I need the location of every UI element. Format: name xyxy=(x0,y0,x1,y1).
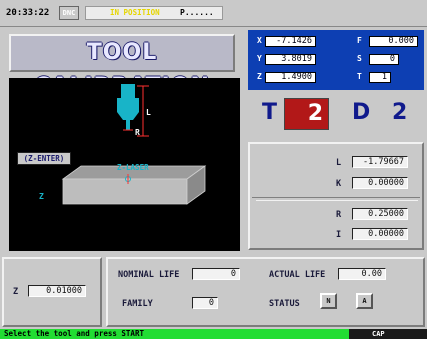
tool-offset-panel: T 2 D 2 xyxy=(248,93,424,136)
z-position-value: 1.4900 xyxy=(265,72,316,83)
in-position-status: IN POSITION xyxy=(110,8,160,17)
y-axis-label: Y xyxy=(257,54,262,63)
status-label: STATUS xyxy=(269,299,300,309)
offset-number: 2 xyxy=(392,100,408,125)
nominal-life-label: NOMINAL LIFE xyxy=(118,270,180,280)
family-label: FAMILY xyxy=(122,299,153,309)
probe-label: Z-LASER xyxy=(117,163,149,172)
nominal-life-field[interactable]: 0 xyxy=(192,268,240,280)
mode-indicator: DNC xyxy=(59,6,79,20)
i-label: I xyxy=(336,230,342,240)
program-name: P...... xyxy=(180,8,214,17)
tool-holder xyxy=(121,84,135,98)
z-offset-field[interactable]: 0.01000 xyxy=(28,285,86,297)
caps-indicator: CAP xyxy=(372,330,385,338)
radius-label: R xyxy=(135,128,140,137)
z-enter-button[interactable]: (Z-ENTER) xyxy=(17,152,71,165)
feed-label: F xyxy=(357,36,362,45)
page-title-panel: TOOL CALIBRATION xyxy=(9,34,235,99)
y-position-value: 3.8019 xyxy=(265,54,316,65)
r-label: R xyxy=(336,210,342,220)
x-axis-label: X xyxy=(257,36,262,45)
k-label: K xyxy=(336,179,342,189)
tool-value: 1 xyxy=(369,72,391,83)
x-position-value: -7.1426 xyxy=(265,36,316,47)
r-value-field[interactable]: 0.25000 xyxy=(352,208,408,220)
block-front-face xyxy=(62,178,188,205)
actual-life-field: 0.00 xyxy=(338,268,386,280)
tool-shank xyxy=(126,120,130,130)
tool-letter: T xyxy=(262,100,278,125)
tool-life-panel: NOMINAL LIFE 0 ACTUAL LIFE 0.00 FAMILY 0… xyxy=(106,257,425,327)
feed-value: 0.000 xyxy=(369,36,418,47)
i-value-field[interactable]: 0.00000 xyxy=(352,228,408,240)
l-value-field[interactable]: -1.79667 xyxy=(352,156,408,168)
z-axis-label: Z xyxy=(39,192,44,201)
family-field[interactable]: 0 xyxy=(192,297,218,309)
z-offset-panel: Z 0.01000 xyxy=(2,257,102,327)
message-bar: Select the tool and press START CAP xyxy=(0,329,427,339)
z-offset-label: Z xyxy=(13,287,19,297)
k-value-field[interactable]: 0.00000 xyxy=(352,177,408,189)
tool-label: T xyxy=(357,72,362,81)
tool-number-input[interactable]: 2 xyxy=(284,98,329,130)
tool-body xyxy=(117,98,139,112)
l-label: L xyxy=(336,158,342,168)
calibration-values-panel: L -1.79667 K 0.00000 R 0.25000 I 0.00000 xyxy=(248,142,424,250)
z-axis-label: Z xyxy=(257,72,262,81)
clock: 20:33:22 xyxy=(6,8,50,18)
tool-tip xyxy=(117,112,139,120)
status-a-button[interactable]: A xyxy=(356,293,373,309)
spindle-value: 0 xyxy=(369,54,399,65)
status-n-button[interactable]: N xyxy=(320,293,337,309)
length-label: L xyxy=(146,108,151,117)
footer-message: Select the tool and press START xyxy=(0,329,349,339)
actual-life-label: ACTUAL LIFE xyxy=(269,270,326,280)
spindle-label: S xyxy=(357,54,362,63)
axis-position-panel: X -7.1426 Y 3.8019 Z 1.4900 F 0.000 S 0 … xyxy=(248,30,424,90)
offset-letter: D xyxy=(352,100,371,125)
